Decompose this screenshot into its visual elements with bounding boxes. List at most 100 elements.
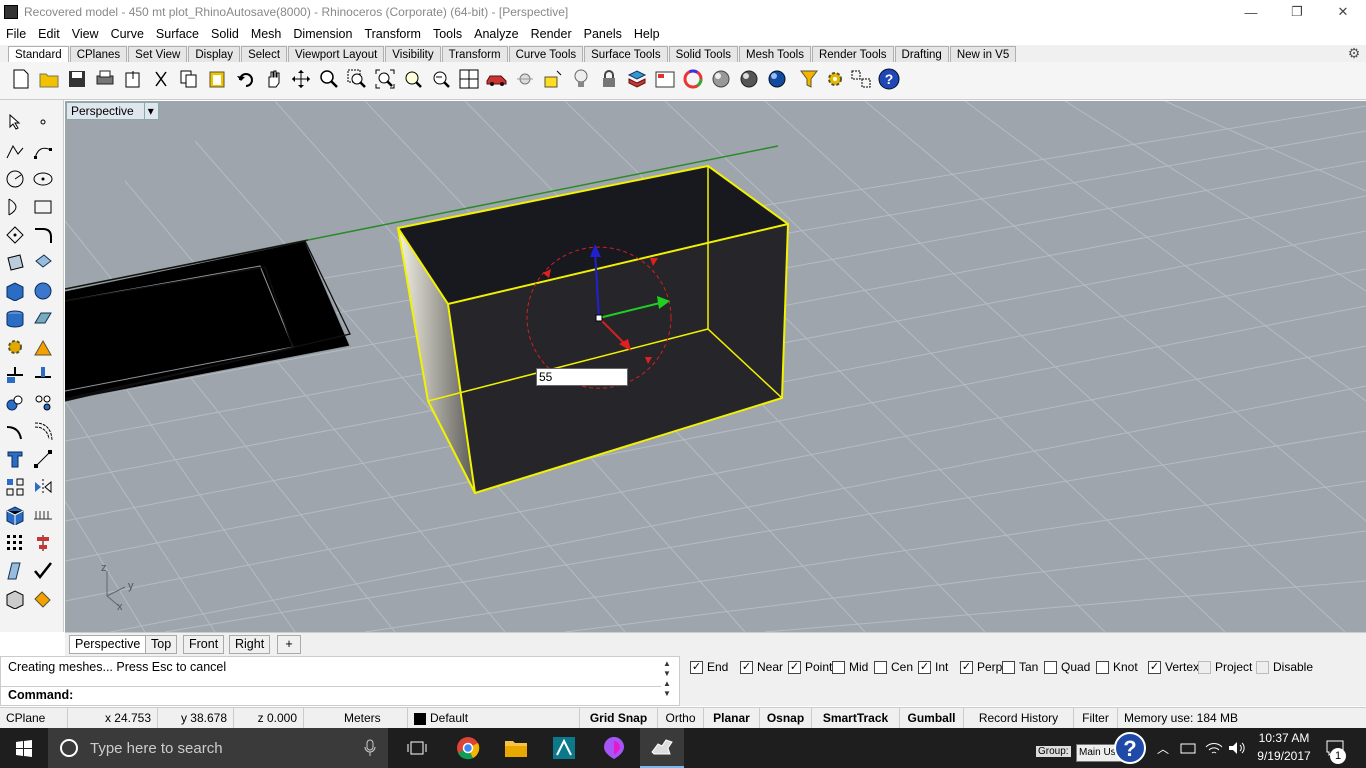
osnap-int[interactable]: ✓ Int [918, 660, 948, 674]
polyline-icon[interactable] [4, 140, 26, 162]
help-icon[interactable]: ? [878, 68, 900, 90]
tab-solid-tools[interactable]: Solid Tools [668, 46, 738, 62]
menu-analyze[interactable]: Analyze [468, 27, 524, 41]
paint3d-icon[interactable] [592, 728, 636, 768]
viewport-title[interactable]: Perspective ▾ [66, 102, 159, 120]
shaded-sphere-icon[interactable] [710, 68, 732, 90]
copy-icon[interactable] [178, 68, 200, 90]
osnap-tan[interactable]: Tan [1002, 660, 1038, 674]
dimension-icon[interactable] [32, 448, 54, 470]
tab-display[interactable]: Display [188, 46, 241, 62]
split-icon[interactable] [32, 364, 54, 386]
osnap-checkbox[interactable]: ✓ [788, 660, 801, 674]
menu-dimension[interactable]: Dimension [287, 27, 358, 41]
cube-render-icon[interactable] [4, 504, 26, 526]
viewport-tab-top[interactable]: Top [145, 635, 178, 654]
mirror-icon[interactable] [32, 476, 54, 498]
grid-snap-icon[interactable] [850, 68, 872, 90]
grid-lines-icon[interactable] [32, 504, 54, 526]
osnap-checkbox[interactable] [874, 660, 887, 674]
osnap-checkbox[interactable]: ✓ [690, 660, 703, 674]
command-scrollbar[interactable]: ▲ ▼ ▲ ▼ [661, 659, 673, 705]
four-viewports-icon[interactable] [458, 68, 480, 90]
planar-toggle[interactable]: Planar [704, 708, 760, 729]
osnap-point[interactable]: ✓ Point [788, 660, 832, 674]
rectangle-icon[interactable] [32, 196, 54, 218]
tab-transform[interactable]: Transform [441, 46, 508, 62]
gear-icon[interactable]: ⚙ [1346, 45, 1362, 61]
undo-icon[interactable] [234, 68, 256, 90]
paint-bucket-icon[interactable] [32, 588, 54, 610]
menu-panels[interactable]: Panels [578, 27, 628, 41]
minimize-button[interactable]: — [1228, 0, 1274, 24]
render-sphere-icon[interactable] [766, 68, 788, 90]
help-circle-icon[interactable]: ? [1110, 728, 1150, 768]
fillet-curve-icon[interactable] [32, 224, 54, 246]
gumball-value-input[interactable] [536, 368, 628, 386]
print-icon[interactable] [94, 68, 116, 90]
save-icon[interactable] [66, 68, 88, 90]
menu-transform[interactable]: Transform [358, 27, 427, 41]
volume-icon[interactable] [1226, 728, 1248, 768]
tab-set-view[interactable]: Set View [128, 46, 188, 62]
osnap-checkbox[interactable] [1002, 660, 1015, 674]
viewport-tab-perspective[interactable]: Perspective [69, 635, 147, 654]
ortho-toggle[interactable]: Ortho [658, 708, 704, 729]
align-icon[interactable] [32, 532, 54, 554]
clock-date[interactable]: 9/19/2017 [1252, 749, 1316, 763]
show-objects-icon[interactable] [514, 68, 536, 90]
add-viewport-icon[interactable]: + [277, 635, 301, 654]
osnap-cen[interactable]: Cen [874, 660, 913, 674]
menu-edit[interactable]: Edit [32, 27, 66, 41]
zoom-extents-icon[interactable] [374, 68, 396, 90]
curve-cv-icon[interactable] [32, 140, 54, 162]
osnap-checkbox[interactable]: ✓ [918, 660, 931, 674]
grid-snap-toggle[interactable]: Grid Snap [580, 708, 658, 729]
windows-start-icon[interactable] [0, 728, 48, 768]
viewport-tab-front[interactable]: Front [183, 635, 225, 654]
sweep-icon[interactable] [4, 560, 26, 582]
car-icon[interactable] [486, 68, 508, 90]
cylinder-solid-icon[interactable] [4, 308, 26, 330]
array-icon[interactable] [4, 476, 26, 498]
autodesk-app-icon[interactable] [542, 728, 586, 768]
options-gear-icon[interactable] [824, 68, 846, 90]
tab-standard[interactable]: Standard [8, 46, 69, 62]
ellipse-icon[interactable] [32, 168, 54, 190]
menu-mesh[interactable]: Mesh [245, 27, 288, 41]
osnap-checkbox[interactable]: ✓ [1148, 660, 1161, 674]
osnap-toggle[interactable]: Osnap [760, 708, 812, 729]
osnap-end[interactable]: ✓ End [690, 660, 728, 674]
osnap-checkbox[interactable]: ✓ [960, 660, 973, 674]
tab-mesh-tools[interactable]: Mesh Tools [739, 46, 811, 62]
filter-toggle[interactable]: Filter [1074, 708, 1118, 729]
select-arrow-icon[interactable] [4, 111, 26, 133]
osnap-knot[interactable]: Knot [1096, 660, 1138, 674]
explode-gear-icon[interactable] [4, 336, 26, 358]
tab-new-in-v5[interactable]: New in V5 [949, 46, 1017, 62]
properties-icon[interactable] [654, 68, 676, 90]
point-grid-icon[interactable] [4, 532, 26, 554]
tab-drafting[interactable]: Drafting [894, 46, 949, 62]
taskbar-search-box[interactable]: Type here to search [48, 728, 388, 768]
osnap-checkbox[interactable]: ✓ [740, 660, 753, 674]
rendered-sphere-icon[interactable] [738, 68, 760, 90]
color-wheel-icon[interactable] [682, 68, 704, 90]
lock-icon[interactable] [598, 68, 620, 90]
offset-curve-icon[interactable] [32, 420, 54, 442]
filter-funnel-icon[interactable] [798, 68, 820, 90]
command-input[interactable] [73, 687, 659, 704]
menu-file[interactable]: File [0, 27, 32, 41]
menu-tools[interactable]: Tools [427, 27, 468, 41]
viewport-tab-right[interactable]: Right [229, 635, 271, 654]
record-history-toggle[interactable]: Record History [964, 708, 1074, 729]
polygon-icon[interactable] [4, 224, 26, 246]
osnap-project[interactable]: Project [1198, 660, 1252, 674]
cube-outline-icon[interactable] [4, 588, 26, 610]
osnap-near[interactable]: ✓ Near [740, 660, 783, 674]
tab-curve-tools[interactable]: Curve Tools [508, 46, 584, 62]
extrude-surface-icon[interactable] [32, 252, 54, 274]
osnap-checkbox[interactable] [1096, 660, 1109, 674]
osnap-perp[interactable]: ✓ Perp [960, 660, 1002, 674]
viewport-scene[interactable]: z y x [65, 101, 1366, 632]
